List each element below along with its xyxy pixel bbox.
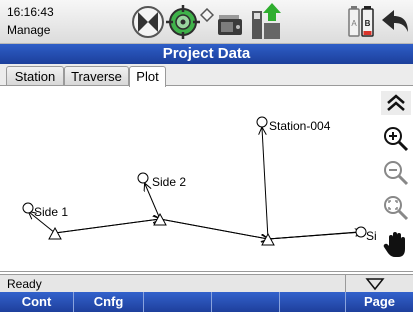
setup-point <box>261 232 275 246</box>
traverse-plot <box>22 116 367 246</box>
tab-plot[interactable]: Plot <box>129 66 166 87</box>
softkey-5[interactable] <box>280 292 346 312</box>
softkey-bar: Cont Cnfg Page <box>0 292 413 312</box>
divider <box>345 275 346 293</box>
traverse-segment <box>159 218 268 239</box>
softkey-cnfg[interactable]: Cnfg <box>74 292 144 312</box>
tab-station[interactable]: Station <box>6 66 64 86</box>
label-station-004: Station-004 <box>269 119 331 133</box>
tab-traverse[interactable]: Traverse <box>64 66 129 86</box>
traverse-line <box>54 219 362 239</box>
pan-hand-icon <box>383 232 405 257</box>
softkey-page[interactable]: Page <box>346 292 413 312</box>
sideshot-line-3 <box>267 231 359 240</box>
instrument-icon[interactable] <box>216 12 246 48</box>
label-side-3: Si <box>366 229 377 243</box>
softkey-cont[interactable]: Cont <box>0 292 74 312</box>
target-lock-icon[interactable] <box>131 4 165 40</box>
collapse-toolbar-button[interactable] <box>381 91 411 115</box>
battery-ab-icon: A B <box>347 4 375 40</box>
zoom-fit-icon <box>384 196 409 221</box>
point-side-3 <box>355 226 367 238</box>
svg-text:A: A <box>351 19 357 28</box>
sideshot-line-2 <box>145 184 161 220</box>
zoom-in-icon <box>384 127 409 152</box>
point-station-004 <box>256 116 268 128</box>
data-transfer-icon[interactable] <box>250 3 284 39</box>
point-side-1 <box>22 202 34 214</box>
plot-area[interactable]: Station-004 Side 2 Side 1 Si <box>0 85 413 272</box>
traverse-segment <box>54 219 160 234</box>
clock: 16:16:43 <box>7 5 54 19</box>
svg-text:B: B <box>365 19 371 28</box>
label-side-1: Side 1 <box>34 205 69 219</box>
label-side-2: Side 2 <box>152 175 187 189</box>
prism-target-icon[interactable] <box>165 4 201 40</box>
status-bar: 16:16:43 Manage A B <box>0 0 413 44</box>
zoom-out-button[interactable] <box>381 159 411 187</box>
back-arrow-icon[interactable] <box>380 8 410 44</box>
diamond-signal-icon <box>200 8 214 44</box>
softkey-4[interactable] <box>212 292 280 312</box>
tab-bar: Station Traverse Plot <box>0 64 413 87</box>
pan-button[interactable] <box>381 231 411 259</box>
status-line: Ready <box>0 274 413 293</box>
chevron-down-icon <box>365 278 385 291</box>
zoom-out-icon <box>384 161 409 186</box>
mode-label: Manage <box>7 23 51 37</box>
page-title: Project Data <box>0 44 413 64</box>
sideshot-line-station <box>262 128 269 240</box>
status-text: Ready <box>7 277 42 291</box>
collapse-up-icon <box>387 94 405 111</box>
zoom-fit-button[interactable] <box>381 194 411 222</box>
point-side-2 <box>137 172 149 184</box>
softkey-3[interactable] <box>144 292 212 312</box>
zoom-in-button[interactable] <box>381 125 411 153</box>
